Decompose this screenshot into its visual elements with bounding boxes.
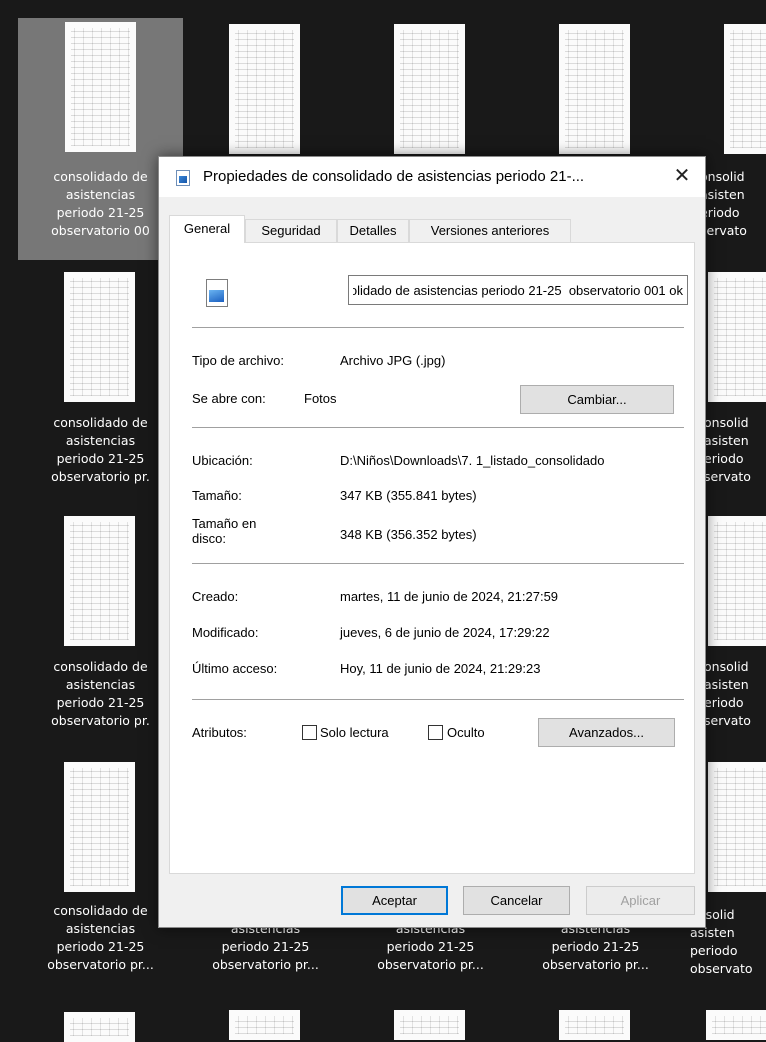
location-label: Ubicación:	[192, 453, 253, 468]
read-only-checkbox[interactable]	[302, 725, 317, 740]
file-tile-label: onsolid asisten eriodo servato	[704, 415, 751, 484]
file-tile-label: asistencias periodo 21-25 observatorio pr…	[377, 921, 484, 972]
tab-strip: General Seguridad Detalles Versiones ant…	[169, 215, 695, 243]
tab-seguridad[interactable]: Seguridad	[245, 219, 337, 242]
file-tile-label: onsolid asisten eriodo servato	[704, 659, 751, 728]
file-thumbnail	[706, 1010, 766, 1040]
file-thumbnail	[64, 1012, 135, 1042]
separator	[192, 563, 684, 564]
opens-with-label: Se abre con:	[192, 391, 266, 406]
file-thumbnail	[724, 24, 766, 154]
file-thumbnail	[229, 24, 300, 154]
image-file-icon	[176, 170, 190, 186]
size-value: 347 KB (355.841 bytes)	[340, 488, 477, 503]
separator	[192, 699, 684, 700]
opens-with-value: Fotos	[304, 391, 337, 406]
file-thumbnail	[65, 22, 136, 152]
file-tile[interactable]	[678, 18, 766, 158]
dialog-title: Propiedades de consolidado de asistencia…	[203, 168, 585, 185]
size-on-disk-value: 348 KB (356.352 bytes)	[340, 527, 477, 542]
file-thumbnail	[708, 762, 766, 892]
file-thumbnail	[708, 272, 766, 402]
file-type-value: Archivo JPG (.jpg)	[340, 353, 446, 368]
file-tile-label: asistencias periodo 21-25 observatorio pr…	[212, 921, 319, 972]
hidden-checkbox[interactable]	[428, 725, 443, 740]
tab-versiones-anteriores[interactable]: Versiones anteriores	[409, 219, 571, 242]
general-panel: Tipo de archivo: Archivo JPG (.jpg) Se a…	[169, 242, 695, 874]
file-thumbnail	[64, 272, 135, 402]
file-tile[interactable]	[348, 18, 513, 158]
modified-label: Modificado:	[192, 625, 259, 640]
separator	[192, 327, 684, 328]
location-value: D:\Niños\Downloads\7. 1_listado_consolid…	[340, 453, 605, 468]
size-on-disk-label: Tamaño en disco:	[192, 516, 257, 546]
size-label: Tamaño:	[192, 488, 242, 503]
change-button[interactable]: Cambiar...	[520, 385, 674, 414]
file-thumbnail	[559, 24, 630, 154]
advanced-button[interactable]: Avanzados...	[538, 718, 675, 747]
tab-general[interactable]: General	[169, 215, 245, 243]
apply-button[interactable]: Aplicar	[586, 886, 695, 915]
cancel-button[interactable]: Cancelar	[463, 886, 570, 915]
file-type-label: Tipo de archivo:	[192, 353, 285, 368]
file-thumbnail	[559, 1010, 630, 1040]
last-access-label: Último acceso:	[192, 661, 278, 676]
attributes-label: Atributos:	[192, 725, 247, 740]
hidden-label[interactable]: Oculto	[447, 725, 485, 740]
last-access-value: Hoy, 11 de junio de 2024, 21:29:23	[340, 661, 541, 676]
image-file-icon	[206, 279, 228, 307]
properties-dialog: Propiedades de consolidado de asistencia…	[158, 156, 706, 928]
close-icon[interactable]: ✕	[659, 157, 705, 197]
separator	[192, 427, 684, 428]
read-only-label[interactable]: Solo lectura	[320, 725, 389, 740]
file-thumbnail	[394, 1010, 465, 1040]
ok-button[interactable]: Aceptar	[341, 886, 448, 915]
modified-value: jueves, 6 de junio de 2024, 17:29:22	[340, 625, 550, 640]
file-thumbnail	[229, 1010, 300, 1040]
file-thumbnail	[708, 516, 766, 646]
file-tile[interactable]	[18, 1006, 183, 1042]
file-tile-label: onsolid asisten eriodo servato	[700, 169, 747, 238]
file-thumbnail	[64, 762, 135, 892]
created-value: martes, 11 de junio de 2024, 21:27:59	[340, 589, 559, 604]
file-tile[interactable]	[183, 18, 348, 158]
file-thumbnail	[394, 24, 465, 154]
file-tile-label: asistencias periodo 21-25 observatorio pr…	[542, 921, 649, 972]
title-bar[interactable]: Propiedades de consolidado de asistencia…	[159, 157, 705, 197]
file-tile[interactable]	[513, 18, 678, 158]
tab-detalles[interactable]: Detalles	[337, 219, 409, 242]
created-label: Creado:	[192, 589, 239, 604]
file-thumbnail	[64, 516, 135, 646]
file-name-input[interactable]	[348, 275, 688, 305]
